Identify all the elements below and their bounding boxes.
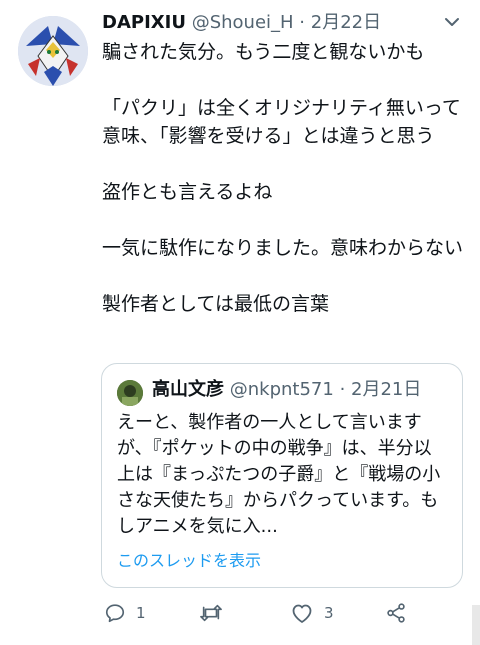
- like-button[interactable]: 3: [290, 602, 334, 624]
- quoted-tweet-header: 高山文彦 @nkpnt571 · 2月21日: [152, 377, 452, 403]
- quoted-tweet-card[interactable]: 高山文彦 @nkpnt571 · 2月21日 えーと、製作者の一人として言います…: [101, 363, 463, 588]
- reply-count: 1: [136, 604, 146, 622]
- author-handle[interactable]: @Shouei_H: [192, 12, 294, 33]
- tweet-header: DAPIXIU @Shouei_H · 2月22日: [102, 10, 440, 36]
- quoted-author-avatar: [117, 380, 143, 406]
- reply-icon: [104, 602, 126, 624]
- header-separator: ·: [299, 12, 306, 33]
- like-count: 3: [324, 604, 334, 622]
- share-button[interactable]: [385, 602, 407, 624]
- quoted-tweet-text: えーと、製作者の一人として言いますが、『ポケットの中の戦争』は、半分以上は『まっ…: [117, 412, 441, 537]
- heart-icon: [290, 602, 314, 624]
- author-avatar[interactable]: [18, 16, 88, 86]
- author-name[interactable]: DAPIXIU: [102, 12, 186, 33]
- tweet-date[interactable]: 2月22日: [311, 12, 381, 33]
- quoted-author-handle: @nkpnt571: [229, 379, 334, 400]
- reply-button[interactable]: 1: [104, 602, 146, 624]
- scrollbar[interactable]: [472, 605, 480, 645]
- retweet-button[interactable]: [199, 602, 233, 624]
- tweet-text: 騙された気分。もう二度と観ないかも 「パクリ」は全くオリジナリティ無いって意味、…: [102, 41, 464, 315]
- retweet-icon: [199, 602, 223, 624]
- show-thread-link[interactable]: このスレッドを表示: [117, 550, 261, 572]
- more-chevron-icon[interactable]: [440, 10, 464, 34]
- quoted-tweet-date: 2月21日: [351, 379, 422, 400]
- tweet-actions: 1 3: [104, 600, 424, 630]
- share-icon: [385, 602, 407, 624]
- quoted-header-separator: ·: [339, 379, 346, 400]
- quoted-author-name: 高山文彦: [152, 379, 224, 400]
